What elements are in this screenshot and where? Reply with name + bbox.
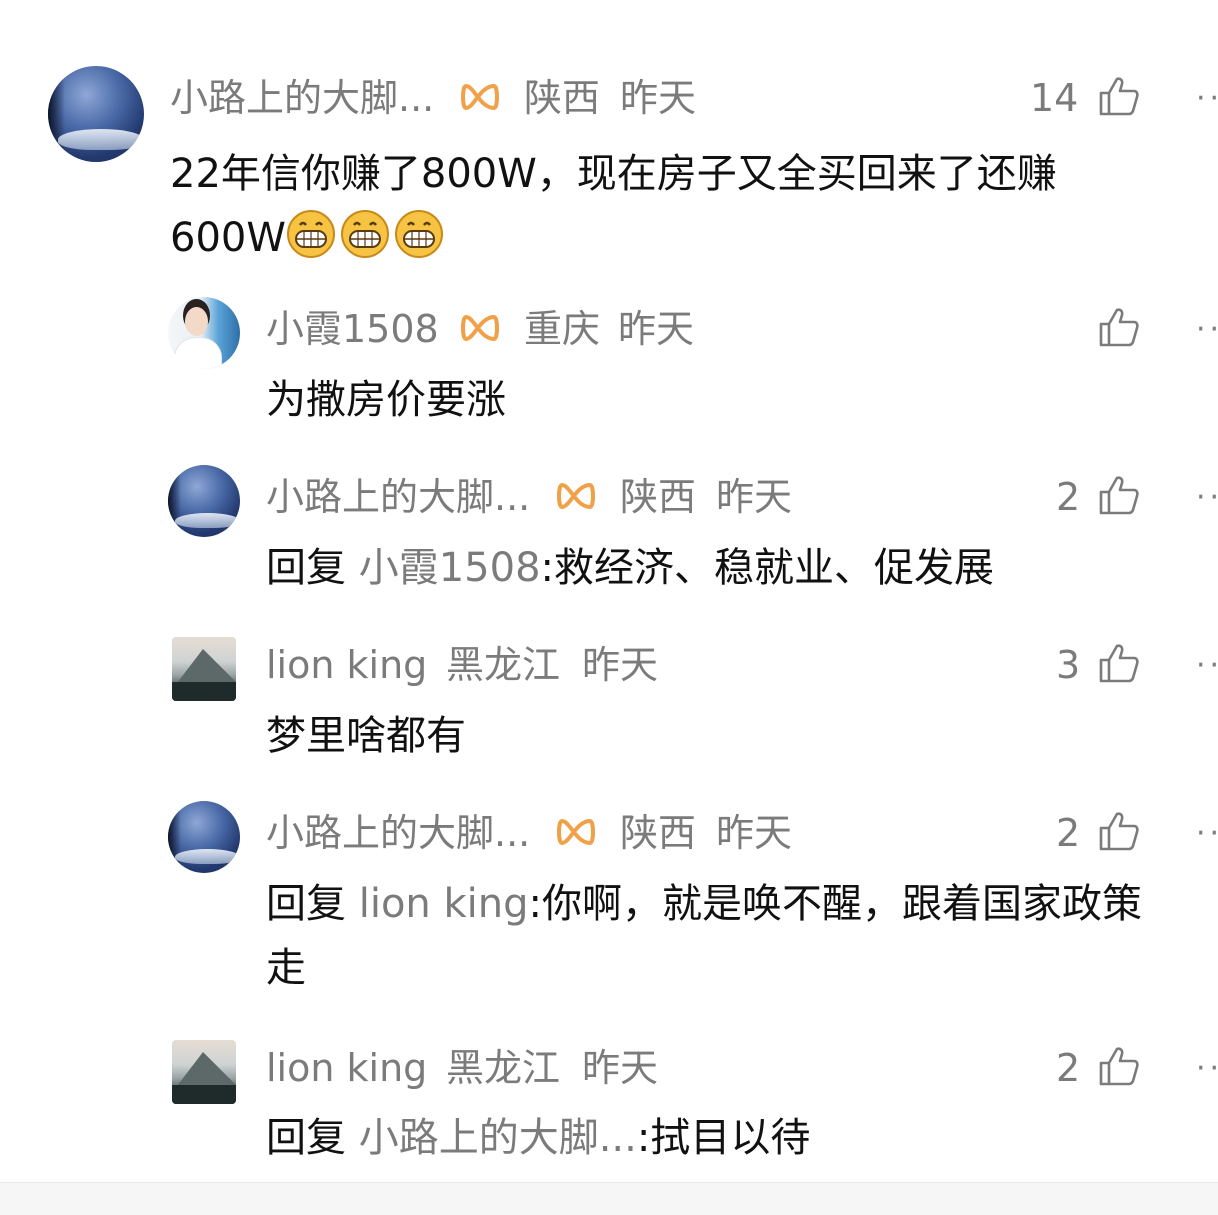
username[interactable]: 小路上的大脚... xyxy=(266,814,530,852)
grinning-emoji-icon xyxy=(286,210,335,258)
comment-location: 陕西 xyxy=(620,475,697,519)
comment-time: 昨天 xyxy=(582,1046,659,1090)
comment-text: 梦里啥都有 xyxy=(266,713,466,759)
grinning-emoji-icon xyxy=(340,210,389,258)
avatar[interactable] xyxy=(48,66,144,162)
username[interactable]: 小路上的大脚... xyxy=(170,79,434,117)
thumbs-up-icon[interactable] xyxy=(1098,306,1140,348)
reply-target-user[interactable]: 小路上的大脚... xyxy=(359,1115,637,1161)
avatar[interactable] xyxy=(172,637,236,701)
more-dots-icon[interactable]: ·· xyxy=(1196,1054,1218,1084)
like-count: 2 xyxy=(1056,475,1081,519)
thumbs-up-icon[interactable] xyxy=(1098,642,1140,684)
reply-text: :拭目以待 xyxy=(636,1115,811,1161)
comment-time: 昨天 xyxy=(582,643,659,687)
comment-location: 黑龙江 xyxy=(446,643,561,687)
thumbs-up-icon[interactable] xyxy=(1098,1045,1140,1087)
like-count: 2 xyxy=(1056,811,1081,855)
more-dots-icon[interactable]: ·· xyxy=(1196,483,1218,513)
bottom-divider xyxy=(0,1182,1218,1215)
like-count: 14 xyxy=(1030,76,1079,120)
comment-text: 22年信你赚了800W，现在房子又全买回来了还赚 600W xyxy=(170,142,1057,270)
avatar[interactable] xyxy=(168,297,240,369)
comment-text: 回复 小路上的大脚...:拭目以待 xyxy=(266,1106,810,1170)
comment-time: 昨天 xyxy=(716,811,793,855)
reply-target-user[interactable]: 小霞1508 xyxy=(359,545,541,591)
reply-text: :你啊，就是唤不醒，跟着国家政策 xyxy=(528,881,1142,927)
comment-time: 昨天 xyxy=(618,307,695,351)
comment-location: 陕西 xyxy=(524,76,601,120)
vip-badge-icon xyxy=(557,818,595,846)
comment-location: 重庆 xyxy=(524,307,601,351)
vip-badge-icon xyxy=(461,83,499,111)
avatar[interactable] xyxy=(172,1040,236,1104)
more-dots-icon[interactable]: ·· xyxy=(1196,819,1218,849)
comment-time: 昨天 xyxy=(620,76,697,120)
reply-target-user[interactable]: lion king xyxy=(359,881,529,927)
thumbs-up-icon[interactable] xyxy=(1098,75,1140,117)
username[interactable]: 小路上的大脚... xyxy=(266,478,530,516)
reply-text-line2: 走 xyxy=(266,945,306,991)
comment-time: 昨天 xyxy=(716,475,793,519)
like-count: 2 xyxy=(1056,1046,1081,1090)
comment-text-line: 22年信你赚了800W，现在房子又全买回来了还赚 xyxy=(170,151,1057,197)
comment-text-line: 600W xyxy=(170,215,286,261)
more-dots-icon[interactable]: ·· xyxy=(1196,651,1218,681)
username[interactable]: lion king xyxy=(266,646,427,684)
more-dots-icon[interactable]: ·· xyxy=(1196,315,1218,345)
avatar[interactable] xyxy=(168,465,240,537)
comment-location: 黑龙江 xyxy=(446,1046,561,1090)
reply-prefix: 回复 xyxy=(266,545,346,591)
reply-prefix: 回复 xyxy=(266,1115,346,1161)
vip-badge-icon xyxy=(557,482,595,510)
username[interactable]: lion king xyxy=(266,1049,427,1087)
grinning-emoji-icon xyxy=(394,210,443,258)
more-dots-icon[interactable]: ·· xyxy=(1196,84,1218,114)
avatar[interactable] xyxy=(168,801,240,873)
comment-text: 回复 小霞1508:救经济、稳就业、促发展 xyxy=(266,536,994,600)
comment-text: 为撒房价要涨 xyxy=(266,377,506,423)
reply-text: :救经济、稳就业、促发展 xyxy=(540,545,994,591)
vip-badge-icon xyxy=(461,314,499,342)
reply-prefix: 回复 xyxy=(266,881,346,927)
thumbs-up-icon[interactable] xyxy=(1098,810,1140,852)
comment-location: 陕西 xyxy=(620,811,697,855)
like-count: 3 xyxy=(1056,643,1081,687)
thumbs-up-icon[interactable] xyxy=(1098,474,1140,516)
comment-text: 回复 lion king:你啊，就是唤不醒，跟着国家政策 走 xyxy=(266,872,1142,1000)
username[interactable]: 小霞1508 xyxy=(266,310,439,348)
